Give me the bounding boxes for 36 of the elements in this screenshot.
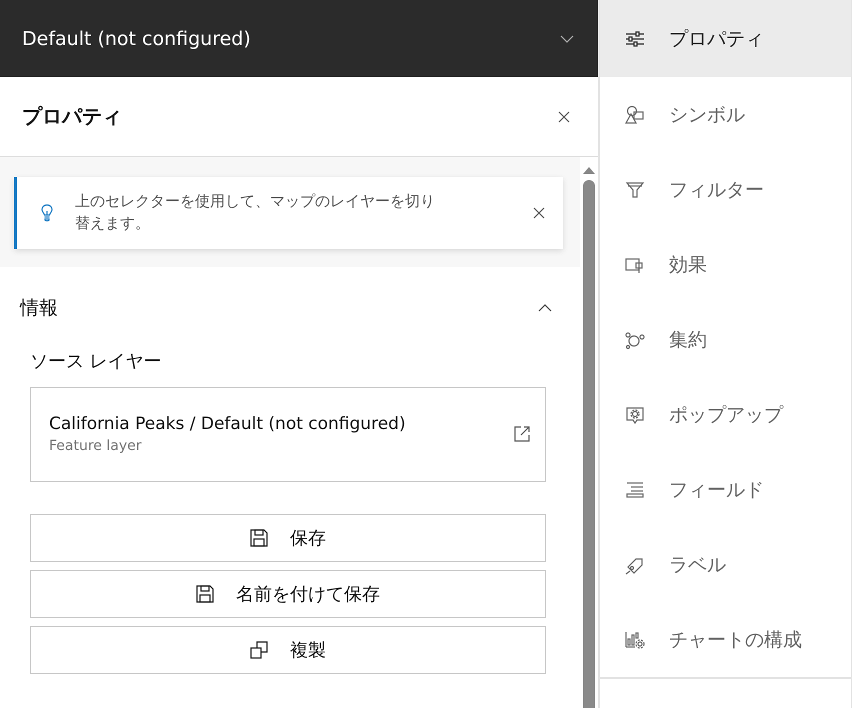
layer-selector[interactable]: Default (not configured): [0, 0, 598, 77]
action-button[interactable]: 保存: [30, 514, 546, 562]
close-icon: [558, 110, 570, 122]
chevron-up-icon: [538, 304, 552, 312]
duplicate-icon: [250, 640, 268, 658]
sliders-icon: [625, 28, 645, 48]
external-link-icon: [513, 425, 531, 443]
layer-type: Feature layer: [49, 438, 142, 454]
source-layer-label: ソース レイヤー: [30, 350, 163, 372]
sidebar-item[interactable]: 集約: [600, 302, 851, 377]
open-external-button[interactable]: [513, 425, 531, 443]
close-button[interactable]: [558, 110, 570, 122]
cluster-icon: [625, 330, 645, 350]
layer-name: California Peaks / Default (not configured): [49, 414, 407, 434]
action-button[interactable]: 複製: [30, 626, 546, 674]
popup-gear-icon: [625, 404, 645, 424]
shapes-icon: [625, 104, 645, 124]
chart-gear-icon: [625, 630, 645, 650]
close-button[interactable]: [533, 206, 545, 219]
sidebar-item[interactable]: 効果: [600, 227, 851, 302]
sidebar-item[interactable]: プロパティ: [600, 0, 851, 77]
notice-text: 上のセレクターを使用して、マップのレイヤーを切り替えます。: [75, 191, 436, 234]
section-header[interactable]: 情報: [0, 266, 580, 328]
sidebar-item[interactable]: チャートの構成: [600, 602, 851, 677]
sidebar-item[interactable]: ポップアップ: [600, 377, 851, 452]
sidebar-item[interactable]: フィールド: [600, 452, 851, 527]
chevron-down-icon: [560, 34, 574, 42]
sidebar-item[interactable]: シンボル: [600, 77, 851, 152]
action-button[interactable]: 名前を付けて保存: [30, 570, 546, 618]
sidebar-item[interactable]: フィルター: [600, 152, 851, 227]
list-lines-icon: [625, 480, 645, 500]
close-icon: [533, 206, 545, 219]
funnel-icon: [625, 180, 645, 200]
lightbulb-icon: [41, 204, 53, 222]
panel-title: プロパティ: [22, 103, 122, 130]
sidebar-item[interactable]: ラベル: [600, 527, 851, 602]
